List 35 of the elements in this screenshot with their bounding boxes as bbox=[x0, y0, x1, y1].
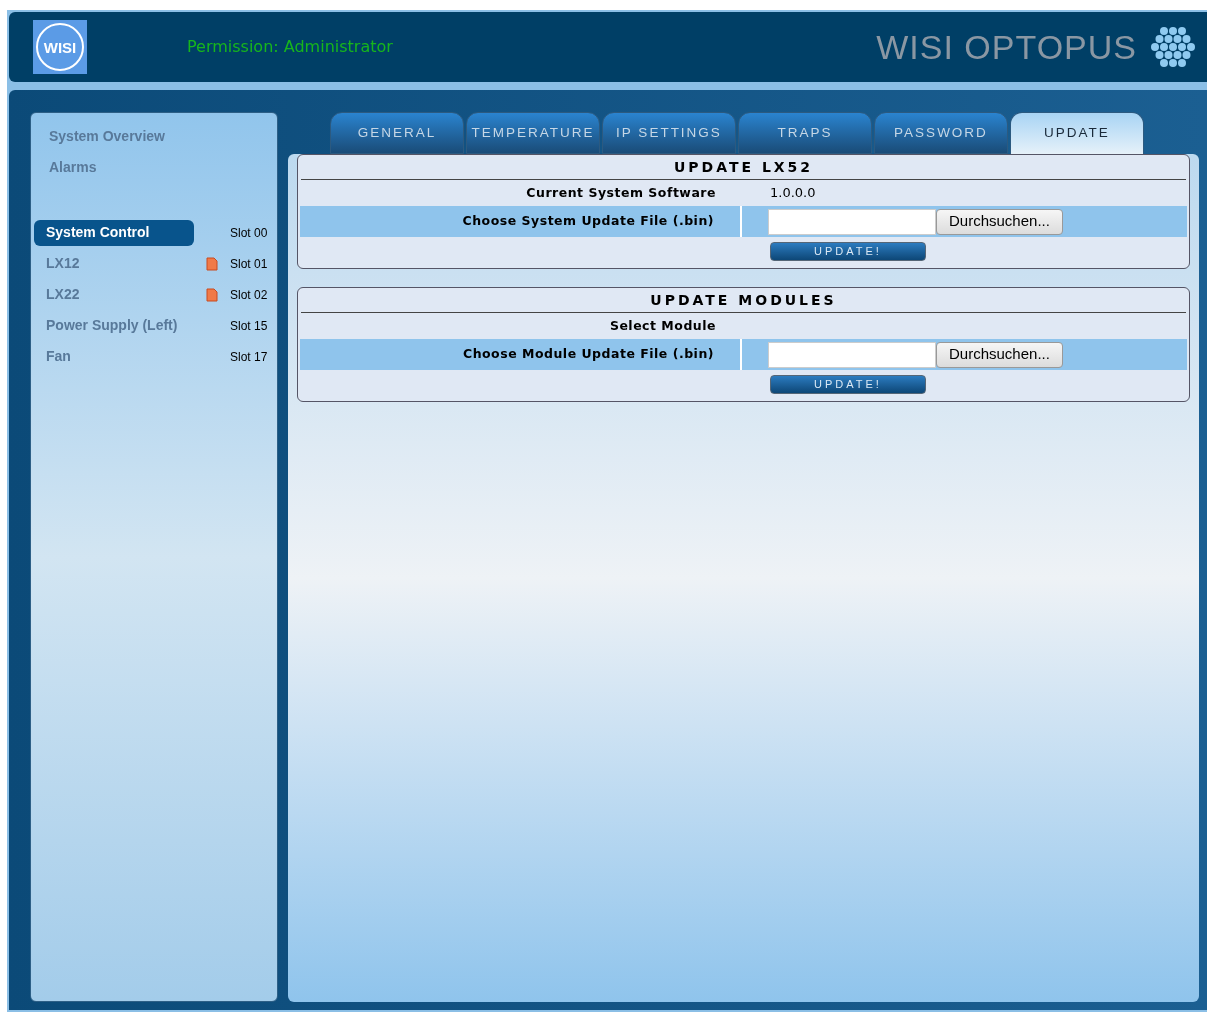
update-button[interactable]: UPDATE! bbox=[770, 242, 926, 261]
slot-label: Slot 02 bbox=[230, 286, 268, 304]
field-label: Current System Software bbox=[526, 183, 716, 202]
module-link[interactable]: LX22 bbox=[34, 281, 194, 308]
brand-name: WISI OPTOPUS bbox=[876, 26, 1137, 68]
update-button[interactable]: UPDATE! bbox=[770, 375, 926, 394]
module-link[interactable]: System Control bbox=[34, 219, 194, 246]
slot-label: Slot 15 bbox=[230, 317, 268, 335]
tab[interactable]: TEMPERATURE bbox=[466, 112, 600, 154]
field-value: 1.0.0.0 bbox=[769, 184, 816, 203]
module-link[interactable]: Fan bbox=[34, 343, 194, 370]
slot-label: Slot 00 bbox=[230, 224, 268, 242]
module-link[interactable]: LX12 bbox=[34, 250, 194, 277]
nav-link[interactable]: System Overview bbox=[49, 126, 165, 147]
permission-text: Permission: Administrator bbox=[187, 36, 393, 58]
section-title: UPDATE LX52 bbox=[673, 157, 814, 177]
browse-button[interactable]: Durchsuchen... bbox=[936, 341, 1063, 368]
field-label: Choose System Update File (.bin) bbox=[462, 212, 714, 231]
slot-label: Slot 01 bbox=[230, 255, 268, 273]
field-label: Select Module bbox=[609, 316, 716, 335]
module-link[interactable]: Power Supply (Left) bbox=[34, 312, 194, 339]
section-title: UPDATE MODULES bbox=[650, 290, 837, 310]
tab[interactable]: IP SETTINGS bbox=[602, 112, 736, 154]
tab[interactable]: GENERAL bbox=[330, 112, 464, 154]
dots-icon bbox=[1149, 25, 1197, 69]
nav-link[interactable]: Alarms bbox=[49, 157, 97, 178]
field-label: Choose Module Update File (.bin) bbox=[462, 345, 714, 364]
tab[interactable]: PASSWORD bbox=[874, 112, 1008, 154]
browse-button[interactable]: Durchsuchen... bbox=[936, 208, 1063, 235]
logo-text: WISI bbox=[43, 39, 77, 55]
tab[interactable]: UPDATE bbox=[1010, 112, 1144, 154]
file-field[interactable] bbox=[768, 341, 936, 368]
file-field[interactable] bbox=[768, 208, 936, 235]
tab[interactable]: TRAPS bbox=[738, 112, 872, 154]
slot-label: Slot 17 bbox=[230, 348, 268, 366]
